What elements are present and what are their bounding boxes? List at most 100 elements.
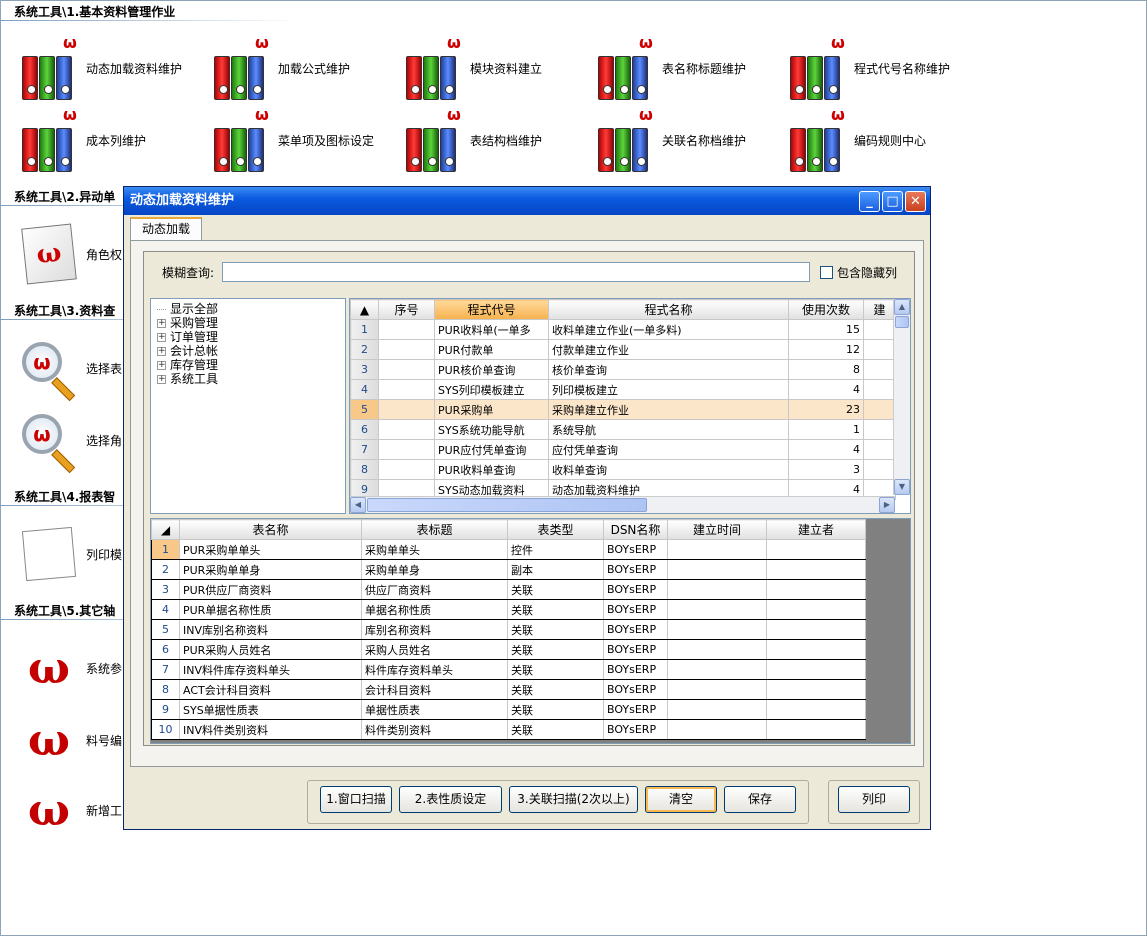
table-row[interactable]: 1 PUR采购单单头 采购单单头 控件 BOYsERP bbox=[151, 539, 866, 560]
grid-cell[interactable] bbox=[863, 459, 896, 480]
module-table-structure[interactable]: ω 表结构档维护 bbox=[404, 106, 542, 172]
grid-cell[interactable]: INV料件库存资料单头 bbox=[179, 659, 362, 680]
grid-cell[interactable]: BOYsERP bbox=[603, 559, 668, 580]
table-row[interactable]: 4 SYS列印模板建立 列印模板建立 4 bbox=[350, 379, 896, 400]
grid-cell[interactable]: 副本 bbox=[507, 559, 604, 580]
module-dynamic-load[interactable]: ω 动态加载资料维护 bbox=[20, 34, 182, 100]
table-row[interactable]: 10 INV料件类别资料 料件类别资料 关联 BOYsERP bbox=[151, 719, 866, 740]
grid-cell[interactable] bbox=[378, 379, 435, 400]
grid-cell[interactable]: 关联 bbox=[507, 619, 604, 640]
maximize-icon[interactable]: □ bbox=[882, 191, 903, 212]
grid-cell[interactable] bbox=[378, 399, 435, 420]
table-row[interactable]: 7 PUR应付凭单查询 应付凭单查询 4 bbox=[350, 439, 896, 460]
grid-cell[interactable]: 3 bbox=[788, 459, 864, 480]
grid-cell[interactable] bbox=[378, 439, 435, 460]
tree-item-system[interactable]: + 系统工具 bbox=[157, 372, 339, 386]
grid-cell[interactable]: SYS列印模板建立 bbox=[434, 379, 549, 400]
col-header-table-title[interactable]: 表标题 bbox=[361, 519, 508, 540]
row-number[interactable]: 8 bbox=[151, 679, 180, 700]
module-module-data[interactable]: ω 模块资料建立 bbox=[404, 34, 542, 100]
table-row[interactable]: 9 SYS单据性质表 单据性质表 关联 BOYsERP bbox=[151, 699, 866, 720]
grid-cell[interactable]: PUR采购单 bbox=[434, 399, 549, 420]
grid-cell[interactable] bbox=[667, 679, 767, 700]
module-role[interactable]: ω 角色权 bbox=[20, 223, 122, 285]
grid-cell[interactable]: 料件类别资料 bbox=[361, 719, 508, 740]
grid-cell[interactable] bbox=[766, 579, 866, 600]
tree-item-order[interactable]: + 订单管理 bbox=[157, 330, 339, 344]
grid-cell[interactable] bbox=[667, 559, 767, 580]
grid-cell[interactable]: 关联 bbox=[507, 699, 604, 720]
grid-cell[interactable] bbox=[378, 359, 435, 380]
table-row[interactable]: 5 PUR采购单 采购单建立作业 23 bbox=[350, 399, 896, 420]
grid-cell[interactable]: BOYsERP bbox=[603, 599, 668, 620]
grid-cell[interactable]: BOYsERP bbox=[603, 719, 668, 740]
grid-cell[interactable]: 控件 bbox=[507, 539, 604, 560]
grid-cell[interactable]: 关联 bbox=[507, 599, 604, 620]
grid-cell[interactable] bbox=[766, 619, 866, 640]
grid-cell[interactable]: 核价单查询 bbox=[548, 359, 789, 380]
col-header-usage[interactable]: 使用次数 bbox=[788, 299, 864, 320]
row-number[interactable]: 2 bbox=[151, 559, 180, 580]
include-hidden-checkbox[interactable] bbox=[820, 266, 833, 279]
table-row[interactable]: 6 PUR采购人员姓名 采购人员姓名 关联 BOYsERP bbox=[151, 639, 866, 660]
close-icon[interactable]: ✕ bbox=[905, 191, 926, 212]
horizontal-scrollbar[interactable]: ◀ ▶ bbox=[350, 496, 895, 513]
col-header-creator[interactable]: 建立者 bbox=[766, 519, 866, 540]
grid-cell[interactable]: 系统导航 bbox=[548, 419, 789, 440]
dialog-titlebar[interactable]: 动态加载资料维护 _ □ ✕ bbox=[124, 187, 930, 215]
grid-cell[interactable] bbox=[667, 619, 767, 640]
clear-button[interactable]: 清空 bbox=[645, 786, 717, 813]
grid-cell[interactable] bbox=[766, 559, 866, 580]
grid-cell[interactable]: 采购单单身 bbox=[361, 559, 508, 580]
grid-cell[interactable] bbox=[766, 699, 866, 720]
grid-cell[interactable]: INV料件类别资料 bbox=[179, 719, 362, 740]
grid-cell[interactable]: ACT会计科目资料 bbox=[179, 679, 362, 700]
table-row[interactable]: 1 PUR收料单(一单多 收料单建立作业(一单多料) 15 bbox=[350, 319, 896, 340]
grid-cell[interactable]: 会计科目资料 bbox=[361, 679, 508, 700]
grid-cell[interactable]: BOYsERP bbox=[603, 659, 668, 680]
save-button[interactable]: 保存 bbox=[724, 786, 796, 813]
grid-cell[interactable]: 单据名称性质 bbox=[361, 599, 508, 620]
grid-cell[interactable]: SYS单据性质表 bbox=[179, 699, 362, 720]
grid-cell[interactable]: 8 bbox=[788, 359, 864, 380]
grid-cell[interactable] bbox=[378, 419, 435, 440]
row-number[interactable]: 5 bbox=[350, 399, 379, 420]
grid-cell[interactable]: 15 bbox=[788, 319, 864, 340]
grid-cell[interactable] bbox=[667, 699, 767, 720]
grid-cell[interactable]: 23 bbox=[788, 399, 864, 420]
grid-cell[interactable] bbox=[378, 459, 435, 480]
table-row[interactable]: 6 SYS系统功能导航 系统导航 1 bbox=[350, 419, 896, 440]
grid-cell[interactable]: 关联 bbox=[507, 639, 604, 660]
row-number[interactable]: 9 bbox=[151, 699, 180, 720]
grid-cell[interactable]: PUR应付凭单查询 bbox=[434, 439, 549, 460]
row-number[interactable]: 4 bbox=[151, 599, 180, 620]
grid-cell[interactable] bbox=[667, 539, 767, 560]
module-new-tool[interactable]: ω 新增工 bbox=[20, 780, 122, 840]
grid-cell[interactable]: PUR核价单查询 bbox=[434, 359, 549, 380]
table-row[interactable]: 3 PUR供应厂商资料 供应厂商资料 关联 BOYsERP bbox=[151, 579, 866, 600]
row-number[interactable]: 6 bbox=[151, 639, 180, 660]
grid-cell[interactable] bbox=[863, 439, 896, 460]
tab-dynamic-load[interactable]: 动态加载 bbox=[130, 217, 202, 241]
category-tree[interactable]: 显示全部 + 采购管理 + 订单管理 + 会计总帐 + 库存管理 + 系统工具 bbox=[150, 298, 346, 514]
program-grid[interactable]: ▲ 序号 程式代号 程式名称 使用次数 建 1 PUR收料单(一单多 收料单建立作业… bbox=[349, 298, 911, 514]
row-number[interactable]: 7 bbox=[151, 659, 180, 680]
table-row[interactable]: 8 PUR收料单查询 收料单查询 3 bbox=[350, 459, 896, 480]
grid-cell[interactable]: 1 bbox=[788, 419, 864, 440]
tree-item-all[interactable]: 显示全部 bbox=[157, 302, 339, 316]
grid-cell[interactable] bbox=[766, 539, 866, 560]
grid-cell[interactable]: 关联 bbox=[507, 579, 604, 600]
col-header-name[interactable]: 程式名称 bbox=[548, 299, 789, 320]
module-formula[interactable]: ω 加载公式维护 bbox=[212, 34, 350, 100]
module-select-table[interactable]: ω 选择表 bbox=[20, 338, 122, 402]
row-number[interactable]: 1 bbox=[350, 319, 379, 340]
table-grid[interactable]: ◢ 表名称 表标题 表类型 DSN名称 建立时间 建立者 1 PUR采购单单头 采购… bbox=[150, 518, 911, 744]
grid-cell[interactable] bbox=[378, 339, 435, 360]
col-header-seq[interactable]: 序号 bbox=[378, 299, 435, 320]
grid-cell[interactable]: 收料单建立作业(一单多料) bbox=[548, 319, 789, 340]
grid-cell[interactable]: PUR单据名称性质 bbox=[179, 599, 362, 620]
table-row[interactable]: 2 PUR采购单单身 采购单单身 副本 BOYsERP bbox=[151, 559, 866, 580]
tree-item-inventory[interactable]: + 库存管理 bbox=[157, 358, 339, 372]
grid-cell[interactable] bbox=[863, 319, 896, 340]
grid-cell[interactable] bbox=[378, 319, 435, 340]
